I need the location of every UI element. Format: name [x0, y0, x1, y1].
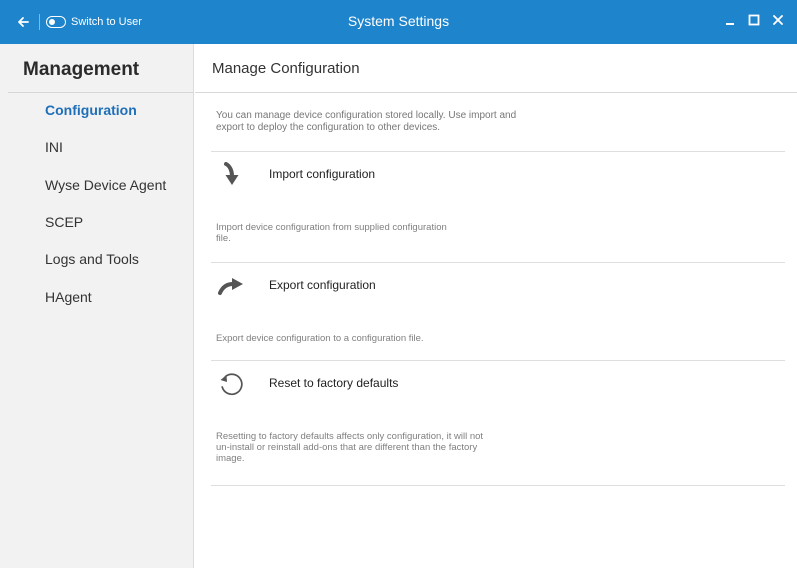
- import-configuration-label: Import configuration: [269, 167, 376, 181]
- export-description: Export device configuration to a configu…: [216, 333, 424, 344]
- import-arrow-icon: [215, 159, 247, 191]
- sidebar-divider: [8, 92, 194, 93]
- toggle-icon: [46, 16, 66, 28]
- switch-to-user-label: Switch to User: [71, 16, 142, 28]
- sidebar-item-scep[interactable]: SCEP: [45, 214, 83, 230]
- import-description: Import device configuration from supplie…: [216, 222, 447, 244]
- title-divider: [195, 92, 797, 93]
- main-panel: Manage Configuration You can manage devi…: [195, 44, 797, 568]
- reset-to-factory-defaults-label: Reset to factory defaults: [269, 376, 399, 390]
- window-controls: [723, 12, 785, 28]
- section-divider: [211, 485, 785, 486]
- close-button[interactable]: [771, 12, 785, 28]
- export-configuration-label: Export configuration: [269, 278, 376, 292]
- titlebar-divider: [39, 14, 40, 30]
- sidebar-heading: Management: [23, 59, 140, 80]
- close-icon: [773, 15, 783, 25]
- sidebar-item-hagent[interactable]: HAgent: [45, 289, 92, 305]
- sidebar-item-ini[interactable]: INI: [45, 139, 63, 155]
- reset-to-factory-defaults-button[interactable]: Reset to factory defaults: [211, 366, 785, 402]
- intro-text: You can manage device configuration stor…: [216, 110, 517, 133]
- minimize-button[interactable]: [723, 12, 737, 28]
- section-divider: [211, 360, 785, 361]
- sidebar-item-logs-and-tools[interactable]: Logs and Tools: [45, 251, 139, 267]
- title-bar: Switch to User System Settings: [0, 0, 797, 44]
- maximize-button[interactable]: [747, 12, 761, 28]
- reset-icon: [215, 368, 247, 400]
- export-configuration-button[interactable]: Export configuration: [211, 268, 785, 304]
- section-divider: [211, 151, 785, 152]
- page-title: Manage Configuration: [212, 60, 360, 77]
- maximize-icon: [748, 14, 760, 26]
- back-button[interactable]: [15, 14, 31, 30]
- minimize-icon: [726, 23, 734, 25]
- back-arrow-icon: [18, 17, 29, 27]
- switch-to-user-toggle[interactable]: Switch to User: [46, 14, 142, 30]
- sidebar: Management Configuration INI Wyse Device…: [0, 44, 194, 568]
- import-configuration-button[interactable]: Import configuration: [211, 157, 785, 193]
- sidebar-item-configuration[interactable]: Configuration: [45, 102, 137, 118]
- section-divider: [211, 262, 785, 263]
- export-arrow-icon: [215, 270, 247, 302]
- sidebar-item-wyse-device-agent[interactable]: Wyse Device Agent: [45, 177, 166, 193]
- reset-description: Resetting to factory defaults affects on…: [216, 431, 484, 464]
